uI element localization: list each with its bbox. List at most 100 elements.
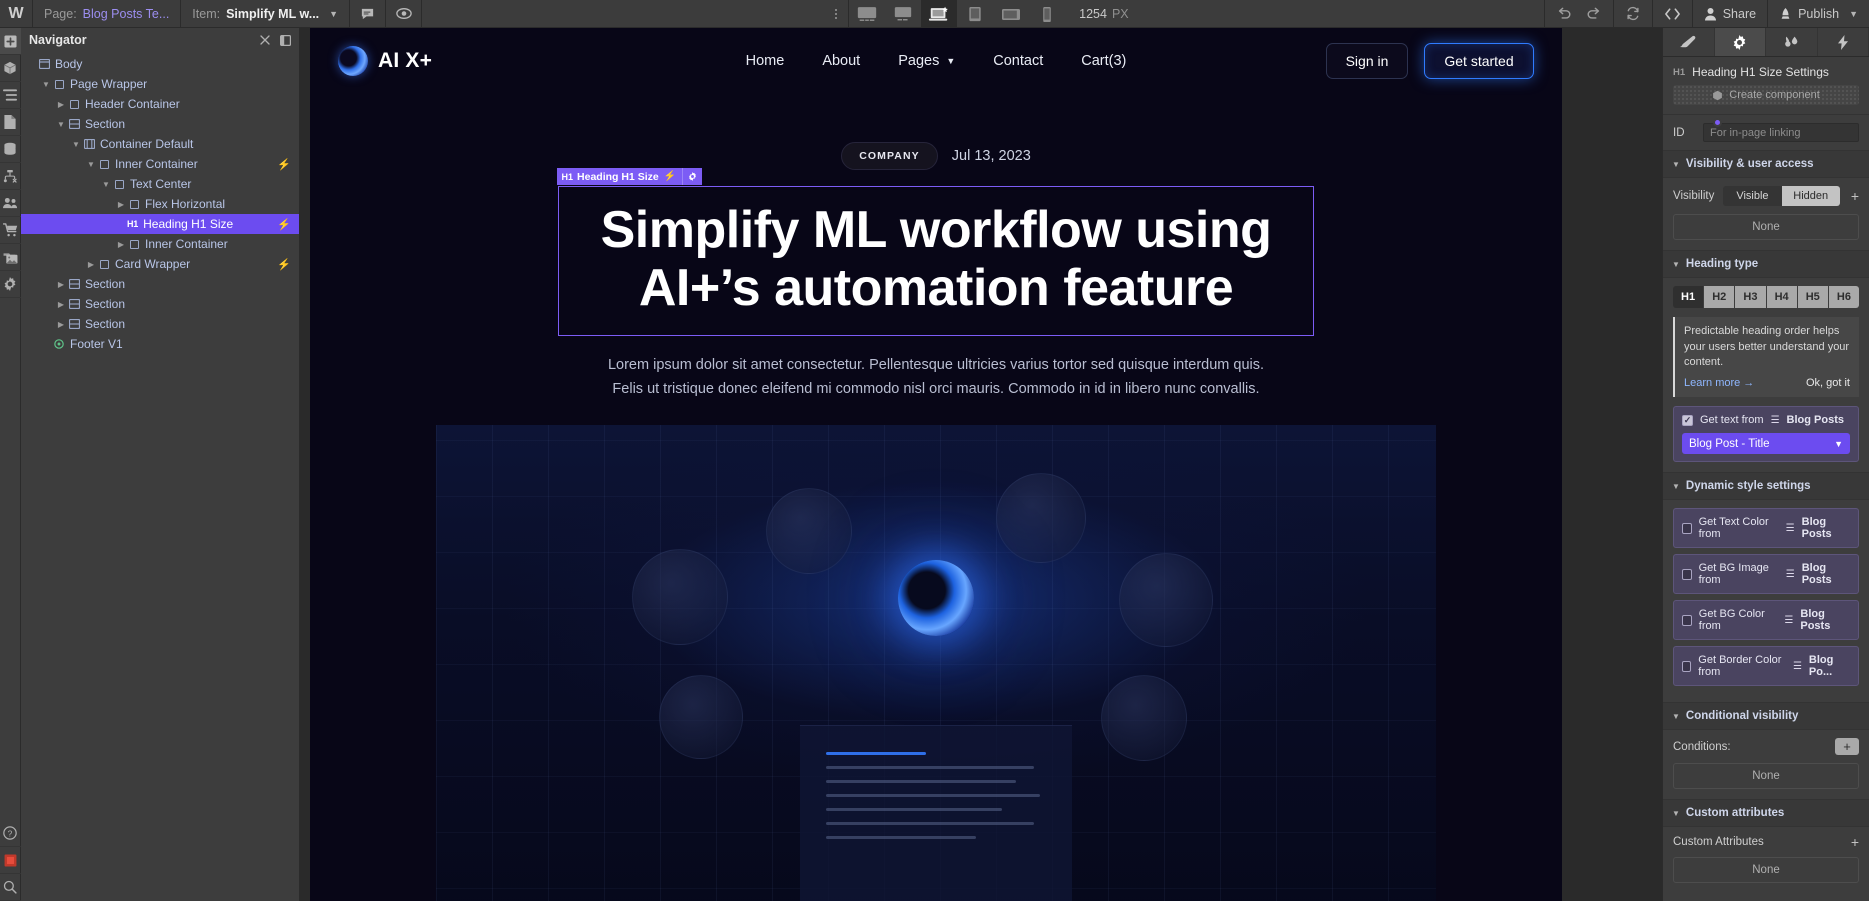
rail-item-help[interactable]: ? [0, 820, 21, 847]
get-text-checkbox[interactable]: ✓ [1682, 414, 1693, 426]
visibility-segmented-control[interactable]: Visible Hidden [1723, 186, 1840, 206]
device-tablet-portrait[interactable] [957, 0, 993, 28]
section-heading-type[interactable]: ▼ Heading type [1663, 250, 1869, 278]
navigator-item-inner-container[interactable]: ▼ Inner Container ⚡ [21, 154, 299, 174]
site-nav-link-contact[interactable]: Contact [993, 53, 1043, 69]
chevron-right-icon[interactable]: ▶ [115, 240, 127, 249]
panel-layout-icon[interactable] [280, 34, 291, 46]
site-nav-link-home[interactable]: Home [746, 53, 785, 69]
dynamic-style-item[interactable]: Get Text Color from ☰ Blog Posts [1673, 508, 1859, 549]
site-nav-link-about[interactable]: About [822, 53, 860, 69]
page-selector[interactable]: Page: Blog Posts Te... [33, 0, 182, 27]
section-visibility-user-access[interactable]: ▼ Visibility & user access [1663, 150, 1869, 178]
heading-type-options[interactable]: H1 H2 H3 H4 H5 H6 [1673, 286, 1860, 308]
heading-type-h4[interactable]: H4 [1766, 286, 1797, 308]
field-select[interactable]: Blog Post - Title ▼ [1682, 433, 1850, 455]
dynamic-style-checkbox[interactable] [1682, 660, 1692, 672]
dynamic-style-item[interactable]: Get BG Image from ☰ Blog Posts [1673, 554, 1859, 595]
eye-icon[interactable] [386, 0, 423, 27]
heading-type-h1[interactable]: H1 [1673, 286, 1704, 308]
visibility-option-hidden[interactable]: Hidden [1781, 186, 1840, 206]
rail-item-ecommerce[interactable] [0, 217, 21, 244]
navigator-item-footer-v1[interactable]: Footer V1 [21, 334, 299, 354]
more-breakpoints-icon[interactable] [823, 0, 850, 28]
rail-item-video-tutorials[interactable] [0, 847, 21, 874]
navigator-item-body[interactable]: Body [21, 54, 299, 74]
chevron-right-icon[interactable]: ▶ [55, 300, 67, 309]
rail-item-users[interactable] [0, 190, 21, 217]
rail-item-add-element[interactable] [0, 28, 21, 55]
chevron-right-icon[interactable]: ▶ [55, 280, 67, 289]
undo-icon[interactable] [1556, 7, 1572, 20]
dynamic-style-checkbox[interactable] [1682, 522, 1692, 534]
navigator-item-card-wrapper[interactable]: ▶ Card Wrapper ⚡ [21, 254, 299, 274]
section-dynamic-style-settings[interactable]: ▼ Dynamic style settings [1663, 472, 1869, 501]
comment-icon[interactable] [350, 0, 387, 27]
refresh-button[interactable] [1612, 0, 1652, 27]
site-brand[interactable]: AI X+ [338, 46, 432, 76]
item-selector[interactable]: Item: Simplify ML w... ▼ [181, 0, 351, 27]
app-logo[interactable]: W [0, 0, 33, 27]
id-input[interactable]: For in-page linking [1703, 123, 1859, 142]
dismiss-tip-button[interactable]: Ok, got it [1806, 376, 1850, 392]
add-condition-button[interactable]: + [1835, 738, 1859, 756]
navigator-item-header-container[interactable]: ▶ Header Container [21, 94, 299, 114]
navigator-item-section[interactable]: ▶ Section [21, 274, 299, 294]
navigator-item-section[interactable]: ▼ Section [21, 114, 299, 134]
rail-item-navigator[interactable] [0, 82, 21, 109]
chevron-right-icon[interactable]: ▶ [115, 200, 127, 209]
section-conditional-visibility[interactable]: ▼ Conditional visibility [1663, 702, 1869, 731]
heading-type-h3[interactable]: H3 [1735, 286, 1766, 308]
chevron-right-icon[interactable]: ▶ [55, 100, 67, 109]
section-custom-attributes[interactable]: ▼ Custom attributes [1663, 799, 1869, 828]
tab-style[interactable] [1663, 28, 1715, 56]
navigator-item-inner-container[interactable]: ▶ Inner Container [21, 234, 299, 254]
device-mobile[interactable] [1029, 0, 1065, 28]
navigator-tree[interactable]: Body ▼ Page Wrapper ▶ Header Container ▼ Secti… [21, 52, 299, 354]
rail-item-cms[interactable] [0, 136, 21, 163]
device-desktop-large[interactable] [849, 0, 885, 28]
device-laptop-base[interactable] [921, 0, 958, 28]
heading-type-h5[interactable]: H5 [1797, 286, 1828, 308]
tab-effects[interactable] [1766, 28, 1818, 56]
dynamic-binding-dot-icon[interactable] [1713, 118, 1722, 127]
visibility-option-visible[interactable]: Visible [1723, 186, 1782, 206]
heading-type-h6[interactable]: H6 [1828, 286, 1860, 308]
rail-item-logic[interactable] [0, 163, 21, 190]
create-component-button[interactable]: Create component [1673, 85, 1859, 105]
rail-item-components[interactable] [0, 55, 21, 82]
rail-item-search[interactable] [0, 874, 21, 901]
site-nav-link-cart-3[interactable]: Cart(3) [1081, 53, 1126, 69]
close-icon[interactable] [260, 35, 270, 45]
get-started-button[interactable]: Get started [1424, 43, 1534, 79]
navigator-item-section[interactable]: ▶ Section [21, 294, 299, 314]
chevron-down-icon[interactable]: ▼ [85, 160, 97, 169]
dynamic-style-checkbox[interactable] [1682, 568, 1692, 580]
navigator-item-text-center[interactable]: ▼ Text Center [21, 174, 299, 194]
navigator-item-heading-h1-size[interactable]: H1 Heading H1 Size ⚡ [21, 214, 299, 234]
dynamic-style-item[interactable]: Get BG Color from ☰ Blog Posts [1673, 600, 1859, 641]
publish-button[interactable]: Publish ▼ [1767, 0, 1869, 27]
design-canvas[interactable]: AI X+ Home About Pages ▼ Contact Cart(3) Sign… [300, 28, 1662, 901]
chevron-right-icon[interactable]: ▶ [55, 320, 67, 329]
device-tablet-landscape[interactable] [993, 0, 1029, 28]
navigator-item-flex-horizontal[interactable]: ▶ Flex Horizontal [21, 194, 299, 214]
sign-in-button[interactable]: Sign in [1326, 43, 1408, 79]
chevron-right-icon[interactable]: ▶ [85, 260, 97, 269]
tab-interactions[interactable] [1818, 28, 1869, 56]
chevron-down-icon[interactable]: ▼ [70, 140, 82, 149]
selected-heading-wrapper[interactable]: H1 Heading H1 Size ⚡ Simplify ML workflo… [556, 168, 1314, 337]
navigator-item-section[interactable]: ▶ Section [21, 314, 299, 334]
device-desktop[interactable] [885, 0, 921, 28]
rail-item-settings[interactable] [0, 271, 21, 298]
learn-more-link[interactable]: Learn more → [1684, 376, 1754, 392]
rail-item-assets[interactable] [0, 244, 21, 271]
navigator-item-page-wrapper[interactable]: ▼ Page Wrapper [21, 74, 299, 94]
heading-type-h2[interactable]: H2 [1704, 286, 1735, 308]
dynamic-style-checkbox[interactable] [1682, 614, 1692, 626]
share-button[interactable]: Share [1691, 0, 1767, 27]
code-export-button[interactable] [1651, 0, 1692, 27]
chevron-down-icon[interactable]: ▼ [55, 120, 67, 129]
rail-item-pages[interactable] [0, 109, 21, 136]
tab-settings[interactable] [1714, 28, 1766, 56]
